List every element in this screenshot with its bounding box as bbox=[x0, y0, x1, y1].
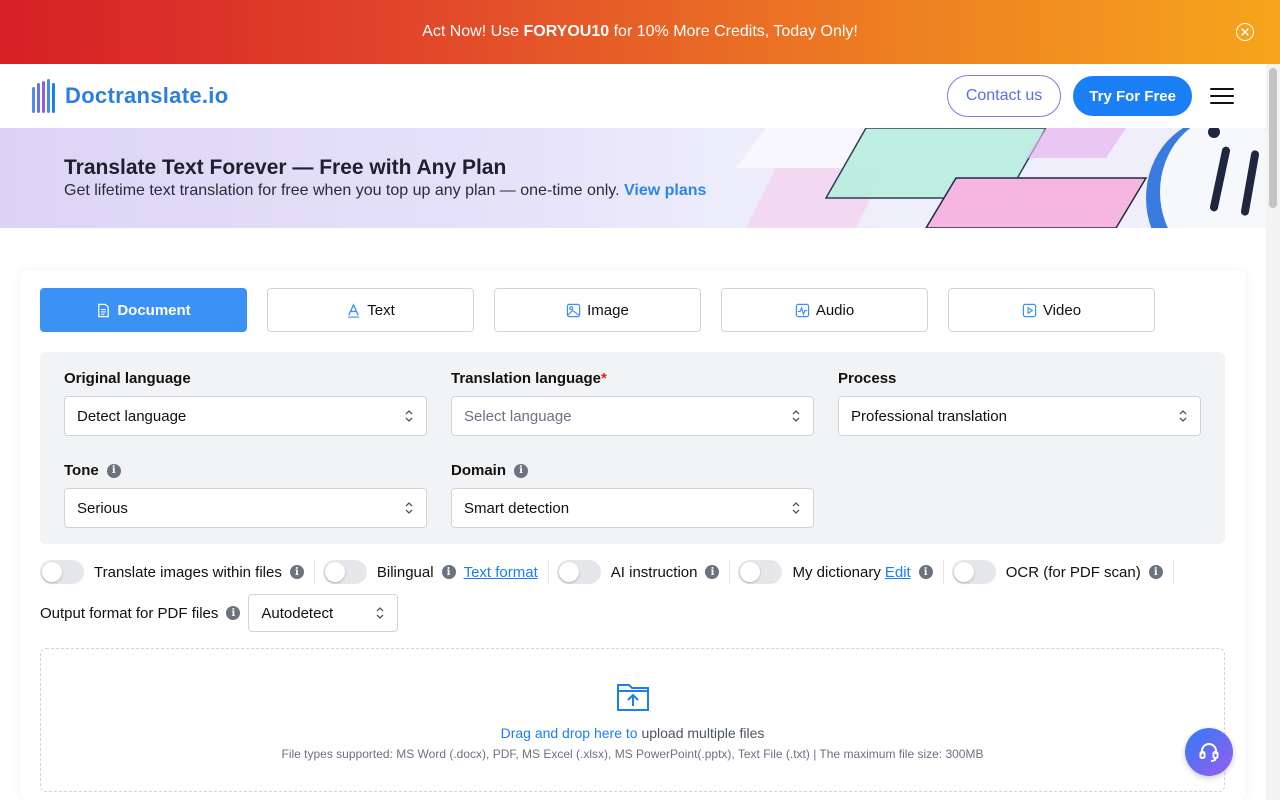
chevron-updown-icon bbox=[1179, 410, 1187, 422]
info-icon[interactable]: i bbox=[106, 463, 121, 478]
contact-us-button[interactable]: Contact us bbox=[946, 75, 1062, 117]
logo-icon bbox=[32, 79, 55, 113]
translate-images-toggle-group: Translate images within files i bbox=[40, 560, 315, 584]
my-dictionary-toggle[interactable] bbox=[738, 560, 783, 584]
feature-toggles: Translate images within files i Bilingua… bbox=[40, 560, 1182, 584]
site-header: Doctranslate.io Contact us Try For Free bbox=[0, 64, 1266, 128]
info-icon[interactable]: i bbox=[918, 565, 933, 579]
video-icon bbox=[1022, 303, 1037, 317]
tone-select[interactable]: Serious bbox=[64, 488, 427, 528]
banner-illustration bbox=[736, 128, 1266, 228]
chevron-updown-icon bbox=[376, 607, 384, 619]
translate-images-toggle[interactable] bbox=[40, 560, 84, 584]
banner-subtitle: Get lifetime text translation for free w… bbox=[64, 182, 707, 199]
hamburger-menu-icon[interactable] bbox=[1210, 84, 1234, 108]
info-icon[interactable]: i bbox=[514, 463, 529, 478]
view-plans-link[interactable]: View plans bbox=[624, 182, 706, 199]
original-language-select[interactable]: Detect language bbox=[64, 396, 427, 436]
image-icon bbox=[566, 303, 581, 317]
chevron-updown-icon bbox=[405, 502, 413, 514]
chevron-updown-icon bbox=[405, 410, 413, 422]
ocr-toggle-group: OCR (for PDF scan) i bbox=[951, 560, 1174, 584]
page-scrollbar[interactable] bbox=[1266, 64, 1280, 800]
banner-title: Translate Text Forever — Free with Any P… bbox=[64, 156, 507, 179]
info-icon[interactable]: i bbox=[705, 565, 720, 579]
tab-text[interactable]: Text bbox=[267, 288, 474, 332]
info-icon[interactable]: i bbox=[289, 565, 304, 579]
info-icon[interactable]: i bbox=[226, 606, 241, 620]
pdf-output-label: Output format for PDF files bbox=[40, 604, 219, 622]
logo[interactable]: Doctranslate.io bbox=[32, 79, 228, 113]
logo-text: Doctranslate.io bbox=[65, 83, 229, 108]
scrollbar-thumb[interactable] bbox=[1269, 68, 1277, 208]
tab-audio[interactable]: Audio bbox=[721, 288, 928, 332]
tab-bar: Document Text Image Audio Video bbox=[40, 288, 1155, 332]
chevron-updown-icon bbox=[792, 502, 800, 514]
promo-bar: Act Now! Use FORYOU10 for 10% More Credi… bbox=[0, 0, 1280, 64]
dropzone-instructions: Drag and drop here to upload multiple fi… bbox=[500, 725, 765, 741]
translation-options: Original language Detect language Transl… bbox=[40, 352, 1225, 544]
info-icon[interactable]: i bbox=[1148, 565, 1163, 579]
translator-panel: Document Text Image Audio Video Original… bbox=[20, 270, 1246, 800]
text-format-link[interactable]: Text format bbox=[464, 564, 538, 581]
ai-instruction-toggle-group: AI instruction i bbox=[556, 560, 731, 584]
translation-language-label: Translation language* bbox=[451, 370, 607, 387]
headset-icon bbox=[1199, 743, 1219, 762]
translation-language-select[interactable]: Select language bbox=[451, 396, 814, 436]
supported-file-types: File types supported: MS Word (.docx), P… bbox=[281, 747, 984, 761]
promo-banner: Translate Text Forever — Free with Any P… bbox=[0, 128, 1266, 228]
pdf-output-select[interactable]: Autodetect bbox=[248, 594, 399, 632]
tone-label: Tone i bbox=[64, 462, 121, 479]
try-for-free-button[interactable]: Try For Free bbox=[1073, 76, 1192, 116]
document-icon bbox=[98, 303, 110, 317]
info-icon[interactable]: i bbox=[441, 565, 456, 579]
tab-image[interactable]: Image bbox=[494, 288, 701, 332]
my-dictionary-toggle-group: My dictionary Edit i bbox=[738, 560, 944, 584]
audio-icon bbox=[795, 303, 810, 317]
domain-select[interactable]: Smart detection bbox=[451, 488, 814, 528]
tab-video[interactable]: Video bbox=[948, 288, 1155, 332]
file-dropzone[interactable]: Drag and drop here to upload multiple fi… bbox=[40, 648, 1225, 792]
ai-instruction-toggle[interactable] bbox=[556, 560, 601, 584]
process-select[interactable]: Professional translation bbox=[838, 396, 1201, 436]
support-chat-button[interactable] bbox=[1185, 728, 1233, 776]
pdf-output-row: Output format for PDF files i Autodetect bbox=[40, 594, 399, 632]
edit-dictionary-link[interactable]: Edit bbox=[885, 564, 911, 581]
bilingual-toggle[interactable] bbox=[322, 560, 367, 584]
promo-text: Act Now! Use FORYOU10 for 10% More Credi… bbox=[422, 23, 858, 40]
domain-label: Domain i bbox=[451, 462, 529, 479]
chevron-updown-icon bbox=[792, 410, 800, 422]
original-language-label: Original language bbox=[64, 370, 191, 387]
ocr-toggle[interactable] bbox=[951, 560, 996, 584]
process-label: Process bbox=[838, 370, 897, 387]
upload-folder-icon bbox=[616, 684, 649, 711]
text-icon bbox=[348, 302, 360, 318]
tab-document[interactable]: Document bbox=[40, 288, 247, 332]
close-icon[interactable] bbox=[1236, 23, 1254, 41]
bilingual-toggle-group: Bilingual i Text format bbox=[322, 560, 549, 584]
